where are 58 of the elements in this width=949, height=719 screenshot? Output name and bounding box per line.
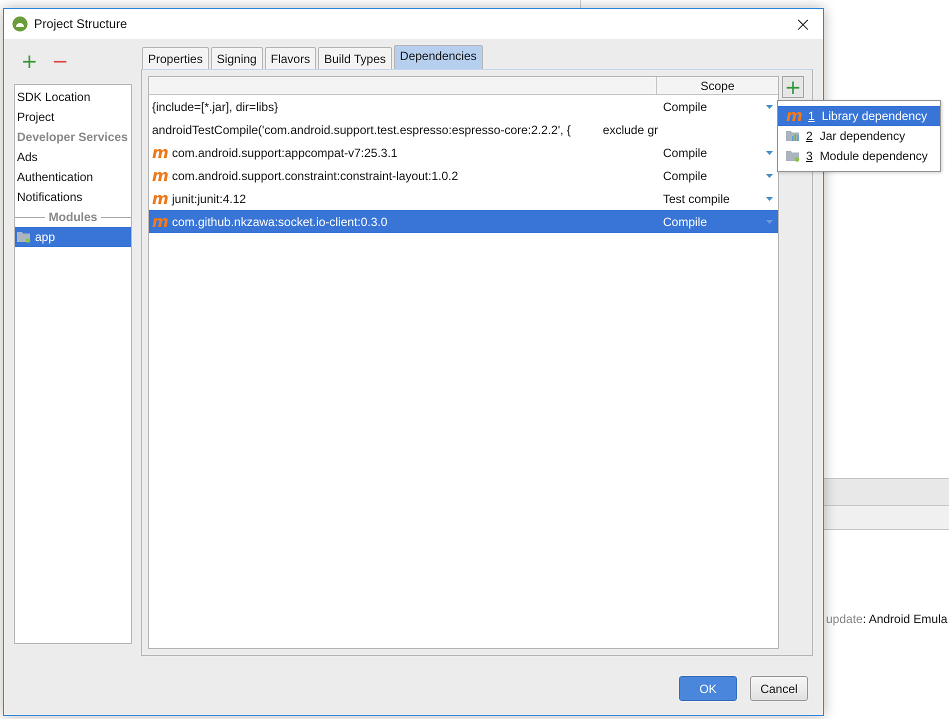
- table-row[interactable]: m com.android.support.constraint:constraint-layout:1.0.2 Compile: [149, 164, 778, 187]
- folder-chart-icon: [786, 130, 800, 142]
- maven-m-icon: m: [152, 168, 168, 184]
- ok-button[interactable]: OK: [679, 676, 737, 701]
- dropdown-arrow-icon[interactable]: [766, 196, 773, 200]
- folder-icon: [17, 231, 31, 243]
- dependency-name: {include=[*.jar], dir=libs}: [152, 98, 278, 116]
- maven-m-icon: m: [152, 190, 168, 206]
- dependency-name: com.android.support.constraint:constraint-layout:1.0.2: [172, 168, 458, 184]
- table-row[interactable]: m com.github.nkzawa:socket.io-client:0.3.0 Compile: [149, 210, 778, 233]
- sidebar-item[interactable]: Authentication: [15, 167, 131, 187]
- sidebar-header: Developer Services: [16, 129, 129, 146]
- dropdown-arrow-icon[interactable]: [766, 174, 773, 178]
- scope-value: Compile: [663, 144, 708, 162]
- menu-item-label: 1 Library dependency: [808, 108, 928, 125]
- dependency-name: junit:junit:4.12: [172, 190, 246, 208]
- android-logo-icon: [12, 16, 28, 32]
- column-header: Scope: [699, 78, 736, 94]
- table-row[interactable]: m com.android.support:appcompat-v7:25.3.1 Compile: [149, 141, 778, 164]
- dropdown-arrow-icon[interactable]: [766, 104, 773, 108]
- close-button[interactable]: ×: [793, 14, 813, 34]
- tab[interactable]: Dependencies: [394, 45, 483, 69]
- dependency-name-continued: exclude gr: [602, 122, 658, 138]
- dependency-name: androidTestCompile('com.android.support.test.espresso:espresso-core:2.2.2', {: [152, 122, 571, 138]
- notice-label: update: [826, 611, 863, 628]
- cancel-button[interactable]: Cancel: [750, 676, 808, 701]
- tab[interactable]: Build Types: [318, 47, 392, 69]
- dependency-name: com.github.nkzawa:socket.io-client:0.3.0: [172, 214, 388, 230]
- sidebar-item[interactable]: Project: [15, 107, 131, 127]
- scope-value: Compile: [663, 214, 708, 230]
- menu-item[interactable]: 2 Jar dependency: [778, 126, 940, 146]
- sidebar-item[interactable]: Ads: [15, 147, 131, 167]
- tab[interactable]: Flavors: [264, 47, 316, 69]
- maven-m-icon: m: [786, 108, 802, 124]
- module-name: app: [35, 229, 56, 246]
- scope-value: Test compile: [663, 190, 731, 208]
- table-row[interactable]: androidTestCompile('com.android.support.test.espresso:espresso-core:2.2.2', { exclude gr: [149, 118, 778, 141]
- sidebar-item[interactable]: SDK Location: [15, 87, 131, 107]
- sidebar-section-label: Modules: [48, 209, 98, 226]
- dependency-name: com.android.support:appcompat-v7:25.3.1: [172, 144, 398, 162]
- scope-value: Compile: [663, 98, 708, 116]
- window-title: Project Structure: [34, 16, 128, 33]
- maven-m-icon: m: [152, 144, 168, 160]
- notice-text: : Android Emula: [862, 611, 948, 628]
- menu-item[interactable]: 3 Module dependency: [778, 146, 940, 166]
- table-row[interactable]: {include=[*.jar], dir=libs} Compile: [149, 95, 778, 118]
- menu-item-label: 3 Module dependency: [806, 148, 928, 165]
- maven-m-icon: m: [152, 214, 168, 230]
- tab[interactable]: Signing: [210, 47, 263, 69]
- table-row[interactable]: m junit:junit:4.12 Test compile: [149, 187, 778, 210]
- tab[interactable]: Properties: [142, 47, 209, 69]
- folder-icon: [786, 150, 800, 162]
- sidebar-item[interactable]: app: [15, 227, 131, 247]
- scope-value: Compile: [663, 168, 708, 184]
- dropdown-arrow-icon[interactable]: [766, 150, 773, 154]
- menu-item-label: 2 Jar dependency: [806, 128, 906, 145]
- sidebar-item[interactable]: Notifications: [15, 187, 131, 207]
- menu-item[interactable]: m 1 Library dependency: [778, 106, 940, 126]
